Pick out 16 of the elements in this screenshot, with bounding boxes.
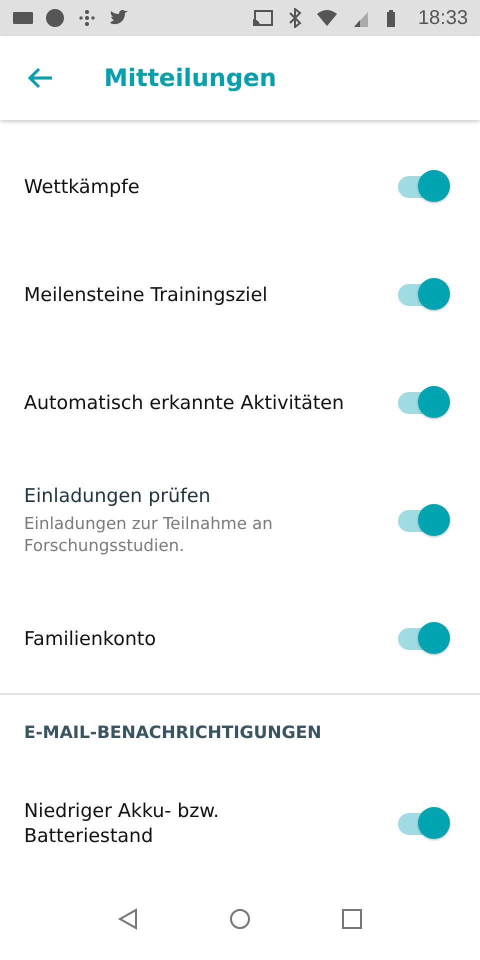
section-header: E-MAIL-BENACHRICHTIGUNGEN <box>23 722 322 745</box>
setting-label: Automatisch erkannte Aktivitäten <box>24 390 346 416</box>
back-arrow-icon[interactable] <box>26 66 54 90</box>
cast-icon <box>252 8 274 28</box>
setting-label: Familienkonto <box>24 626 157 652</box>
back-icon[interactable] <box>117 908 139 930</box>
setting-label: Niedriger Akku- bzw. Batteriestand <box>24 799 220 849</box>
setting-label: Einladungen prüfen <box>24 484 212 510</box>
setting-label: Meilensteine Trainingsziel <box>24 282 269 308</box>
wifi-icon <box>316 8 338 28</box>
setting-label: Wettkämpfe <box>24 174 141 200</box>
screen-title: Mitteilungen <box>104 64 276 92</box>
overview-icon[interactable] <box>341 908 363 930</box>
status-time: 18:33 <box>418 6 468 30</box>
setting-description: Einladungen zur Teilnahme an Forschungsstudien. <box>24 513 274 558</box>
home-icon[interactable] <box>229 908 251 930</box>
